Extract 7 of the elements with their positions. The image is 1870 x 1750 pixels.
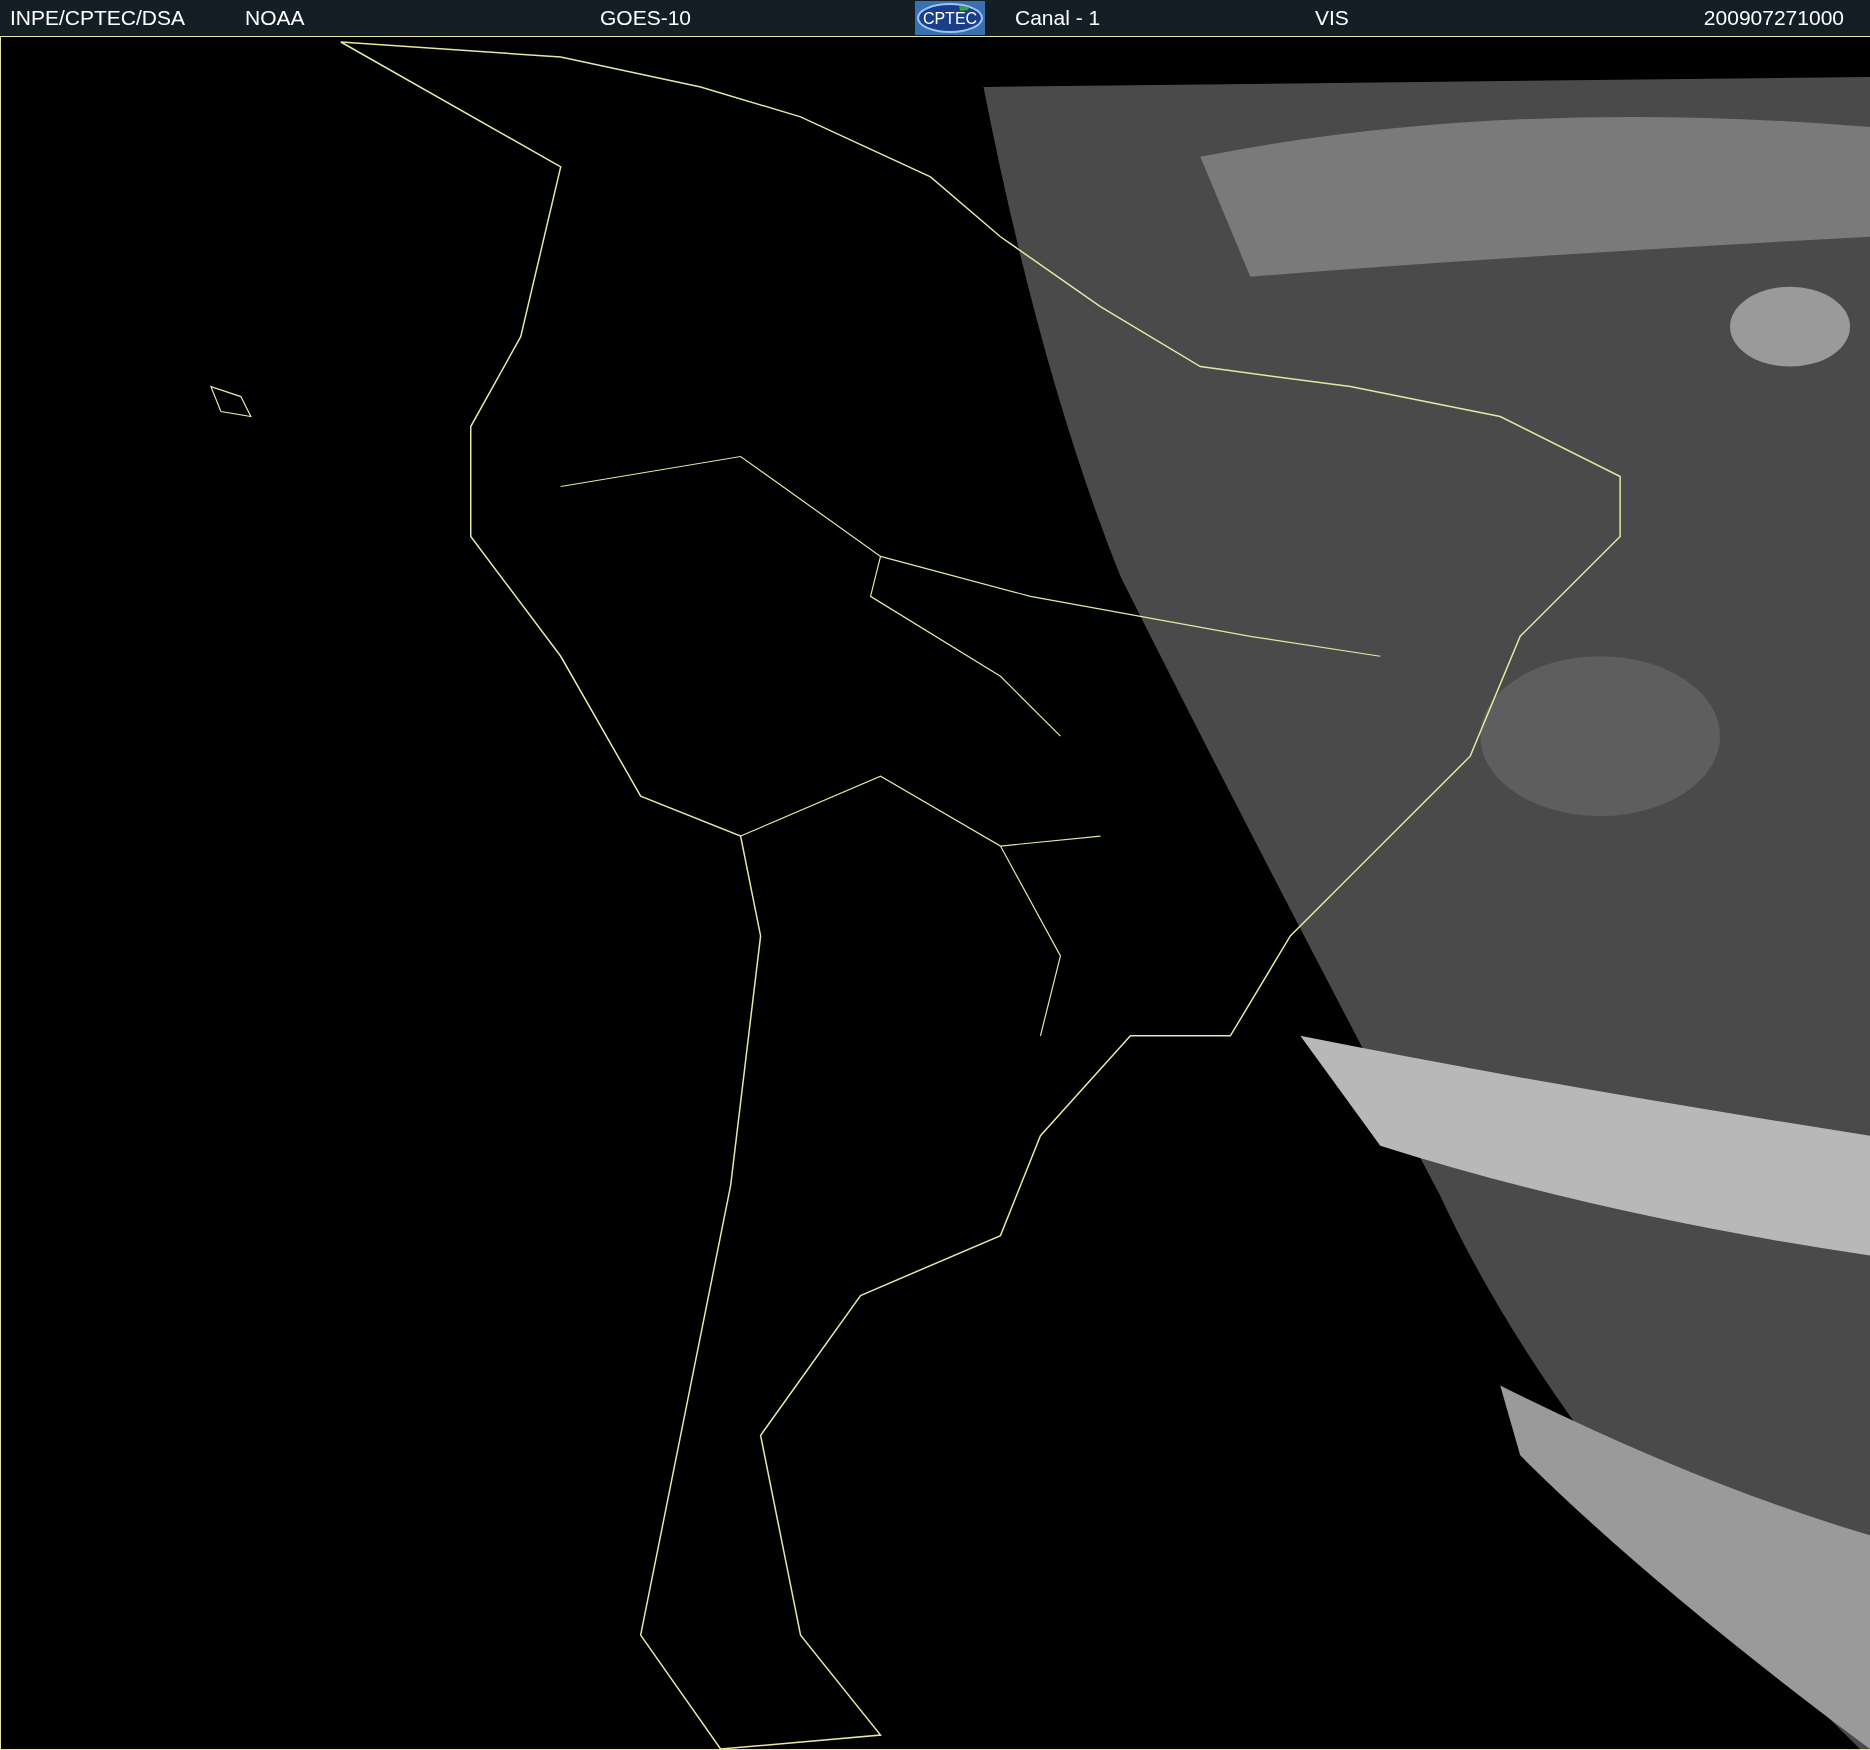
channel-label: Canal - 1	[1015, 6, 1101, 30]
agency-label: NOAA	[245, 6, 305, 30]
source-label: INPE/CPTEC/DSA	[10, 6, 186, 30]
timestamp-label: 200907271000	[1703, 6, 1845, 30]
band-label: VIS	[1315, 6, 1349, 30]
logo: CPTEC	[915, 1, 985, 35]
satellite-label: GOES-10	[600, 6, 692, 30]
